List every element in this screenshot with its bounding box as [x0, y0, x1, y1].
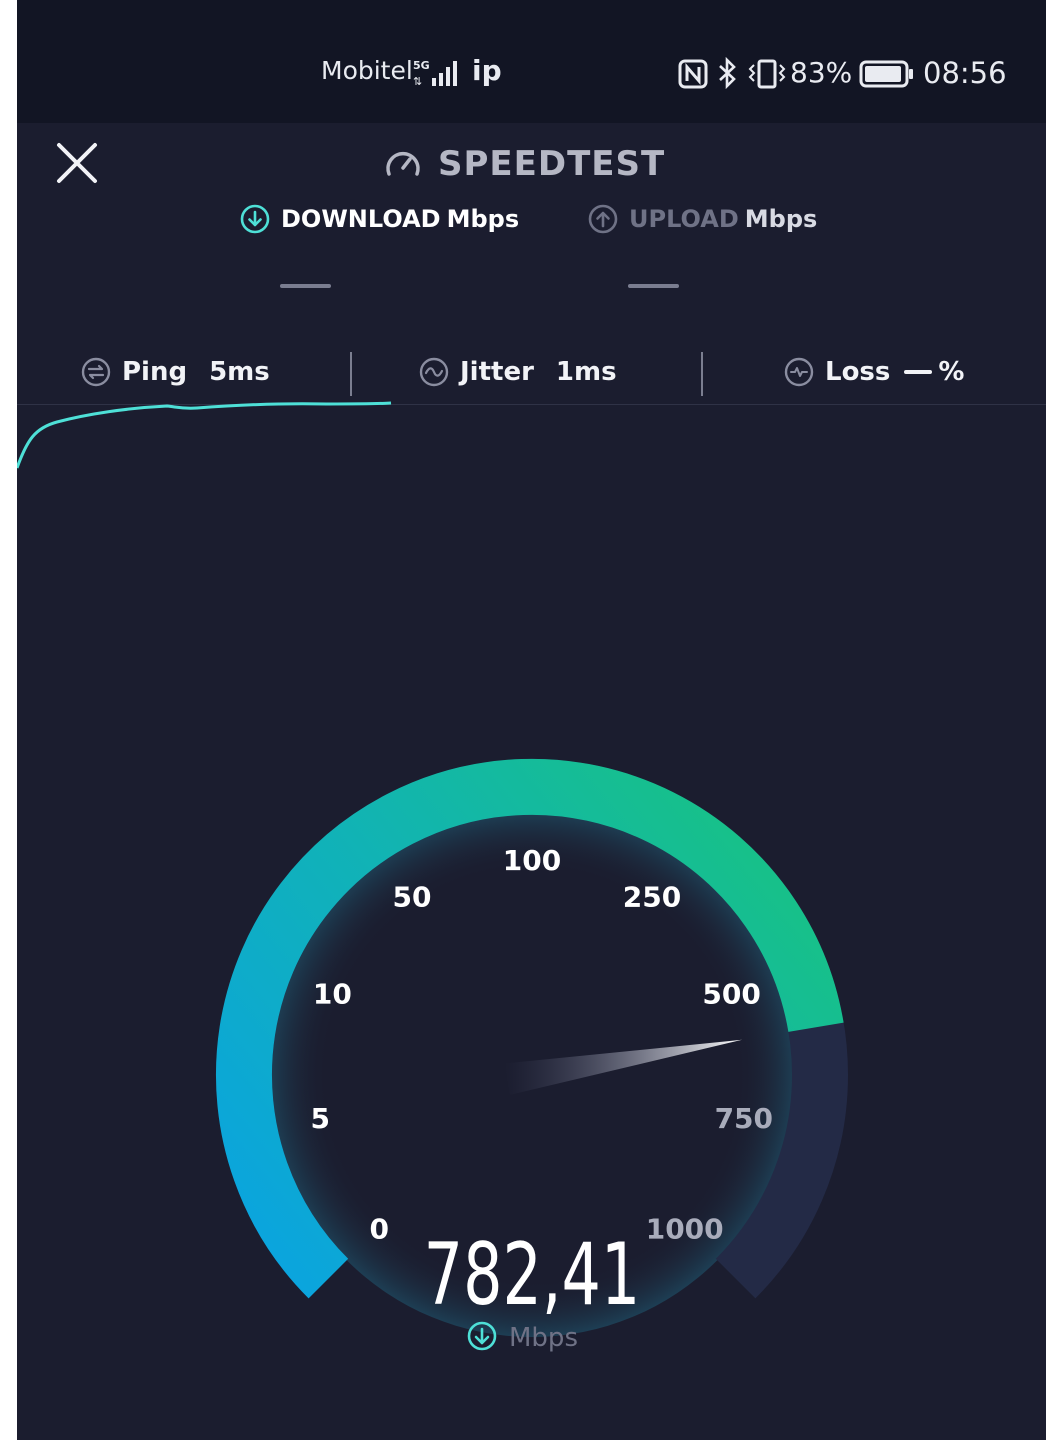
speedtest-screen: Mobitel 5G ⇅ ip 83% 08:56 SPEEDTEST DOWN… [17, 0, 1046, 1440]
gauge-tick-label: 50 [393, 880, 432, 913]
speed-reading: 782,41 [424, 1224, 641, 1325]
gauge-tick-label: 0 [370, 1213, 389, 1246]
gauge-tick-label: 1000 [646, 1213, 724, 1246]
live-speed-graph [17, 401, 392, 469]
reading-unit-label: Mbps [509, 1323, 578, 1353]
gauge-tick-label: 5 [310, 1102, 329, 1135]
gauge-tick-label: 250 [623, 880, 681, 913]
gauge-tick-label: 100 [503, 844, 561, 877]
gauge-tick-label: 10 [313, 977, 352, 1010]
gauge-tick-label: 750 [715, 1102, 773, 1135]
gauge-tick-label: 500 [702, 977, 760, 1010]
speed-gauge: 0 5 10 50 100 250 500 750 1000 782,41 Mbps [17, 401, 848, 1353]
